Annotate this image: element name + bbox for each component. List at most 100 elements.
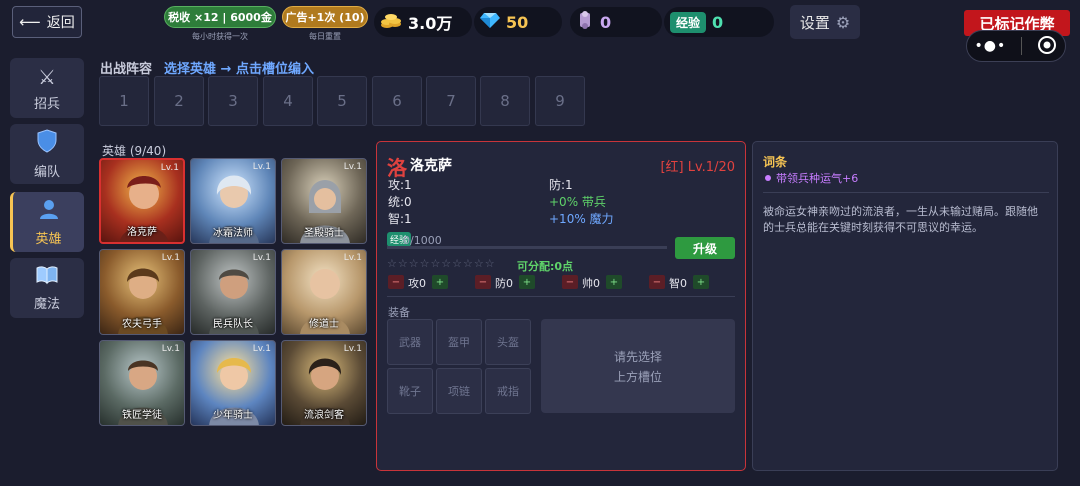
scroll-value: 0 [600, 12, 612, 32]
bullet-icon [765, 175, 771, 181]
alloc-command: 帅0 [582, 277, 600, 290]
back-button[interactable]: ⟵ 返回 [12, 6, 82, 38]
hero-card-farmer-archer[interactable]: Lv.1 农夫弓手 [99, 249, 185, 335]
exp-resource: 经验 0 [664, 7, 774, 37]
scroll-resource: 0 [570, 7, 662, 37]
upgrade-button[interactable]: 升级 [675, 237, 735, 259]
stat-defense: 防:1 [549, 178, 573, 192]
lineup-hint: 选择英雄 → 点击槽位编入 [164, 62, 314, 77]
hero-card-wandering-swordsman[interactable]: Lv.1 流浪剑客 [281, 340, 367, 426]
equip-slot-armor[interactable]: 盔甲 [436, 319, 482, 365]
close-target-icon[interactable] [1037, 35, 1057, 58]
person-icon [38, 198, 60, 224]
hero-level: Lv.1 [252, 162, 271, 172]
hero-level: Lv.1 [161, 344, 180, 354]
lineup-slot-3[interactable]: 3 [208, 76, 258, 126]
diamond-icon [480, 11, 500, 33]
equip-slot-weapon[interactable]: 武器 [387, 319, 433, 365]
lineup-slot-6[interactable]: 6 [372, 76, 422, 126]
ad-badge[interactable]: 广告+1次 (10) [282, 6, 368, 28]
more-dots-icon[interactable]: •●• [975, 38, 1007, 54]
trait-description: 被命运女神亲吻过的流浪者，一生从未输过赌局。跟随他的士兵总能在关键时刻获得不可思… [763, 205, 1038, 234]
hero-name: 修道士 [309, 319, 339, 330]
hero-card-frost-mage[interactable]: Lv.1 冰霜法师 [190, 158, 276, 244]
capsule-divider [1021, 37, 1023, 55]
hero-level: Lv.1 [252, 344, 271, 354]
hero-card-militia-captain[interactable]: Lv.1 民兵队长 [190, 249, 276, 335]
lineup-slot-9[interactable]: 9 [535, 76, 585, 126]
defense-minus-button[interactable]: − [475, 275, 491, 289]
lineup-slot-2[interactable]: 2 [154, 76, 204, 126]
hero-detail-name: 洛克萨 [410, 158, 452, 174]
hero-card-templar[interactable]: Lv.1 圣殿骑士 [281, 158, 367, 244]
settings-button[interactable]: 设置 ⚙ [790, 5, 860, 39]
command-plus-button[interactable]: + [606, 275, 622, 289]
intellect-minus-button[interactable]: − [649, 275, 665, 289]
hero-level: Lv.1 [161, 253, 180, 263]
sidebar-item-recruit[interactable]: ⚔ 招兵 [10, 58, 84, 118]
exp-progress-bar [387, 246, 667, 249]
crossed-swords-icon: ⚔ [38, 64, 56, 89]
lineup-slot-7[interactable]: 7 [426, 76, 476, 126]
lineup-slot-1[interactable]: 1 [99, 76, 149, 126]
equip-slot-helmet[interactable]: 头盔 [485, 319, 531, 365]
traits-panel: 词条 带领兵种运气+6 被命运女神亲吻过的流浪者，一生从未输过赌局。跟随他的士兵… [752, 141, 1058, 471]
gold-coins-icon [380, 10, 402, 34]
sidebar-item-label: 招兵 [33, 96, 60, 112]
hero-level: Lv.1 [160, 163, 179, 173]
alloc-intellect: 智0 [669, 277, 687, 290]
defense-plus-button[interactable]: + [519, 275, 535, 289]
traits-divider [763, 192, 1049, 193]
sidebar-item-heroes[interactable]: 英雄 [10, 192, 84, 252]
hero-card-loxa[interactable]: Lv.1 洛克萨 [99, 158, 185, 244]
sidebar-item-label: 魔法 [33, 296, 60, 312]
gold-value: 3.0万 [408, 14, 453, 33]
mini-program-capsule[interactable]: •●• [966, 30, 1066, 62]
ad-note: 每日重置 [309, 32, 341, 41]
sidebar-item-label: 英雄 [35, 231, 62, 247]
alloc-defense: 防0 [495, 277, 513, 290]
divider [387, 296, 735, 297]
tax-badge[interactable]: 税收 ×12 | 6000金 [164, 6, 276, 28]
hero-level: Lv.1 [252, 253, 271, 263]
equip-title: 装备 [388, 306, 410, 319]
sidebar-item-formation[interactable]: 编队 [10, 124, 84, 184]
hero-level: Lv.1 [343, 162, 362, 172]
trait-item: 带领兵种运气+6 [765, 170, 858, 186]
hero-name: 圣殿骑士 [304, 228, 344, 239]
equip-slot-ring[interactable]: 戒指 [485, 368, 531, 414]
command-minus-button[interactable]: − [562, 275, 578, 289]
back-label: 返回 [46, 15, 75, 31]
diamond-value: 50 [506, 12, 529, 32]
stat-attack: 攻:1 [388, 178, 412, 192]
stat-leadership: 统:0 [388, 195, 412, 209]
equip-hint-line2: 上方槽位 [613, 369, 662, 384]
attack-minus-button[interactable]: − [388, 275, 404, 289]
hero-card-young-knight[interactable]: Lv.1 少年骑士 [190, 340, 276, 426]
bonus-troop: +0% 带兵 [549, 195, 606, 209]
lineup-slot-8[interactable]: 8 [480, 76, 530, 126]
star-rating: ☆☆☆☆☆☆☆☆☆☆ [387, 257, 496, 270]
lineup-slot-4[interactable]: 4 [263, 76, 313, 126]
equip-slot-boots[interactable]: 靴子 [387, 368, 433, 414]
attack-plus-button[interactable]: + [432, 275, 448, 289]
traits-title: 词条 [763, 155, 788, 169]
lineup-slot-5[interactable]: 5 [317, 76, 367, 126]
hero-detail-panel: 洛 洛克萨 [红] Lv.1/20 攻:1 防:1 统:0 +0% 带兵 智:1… [376, 141, 746, 471]
hero-card-blacksmith-apprentice[interactable]: Lv.1 铁匠学徒 [99, 340, 185, 426]
bonus-magic: +10% 魔力 [549, 212, 614, 226]
equip-slot-necklace[interactable]: 项链 [436, 368, 482, 414]
heroes-title: 英雄 (9/40) [102, 144, 167, 158]
hero-rarity-level: [红] Lv.1/20 [660, 160, 735, 175]
sidebar-item-magic[interactable]: 魔法 [10, 258, 84, 318]
alloc-attack: 攻0 [408, 277, 426, 290]
intellect-plus-button[interactable]: + [693, 275, 709, 289]
hero-level: Lv.1 [343, 253, 362, 263]
allocatable-points: 可分配:0点 [517, 260, 574, 273]
stat-intellect: 智:1 [388, 212, 412, 226]
exp-value: 0 [712, 12, 724, 32]
tax-note: 每小时获得一次 [192, 32, 248, 41]
hero-card-monk[interactable]: Lv.1 修道士 [281, 249, 367, 335]
exp-label: 经验 [670, 11, 707, 33]
trait-item-text: 带领兵种运气+6 [776, 172, 859, 185]
